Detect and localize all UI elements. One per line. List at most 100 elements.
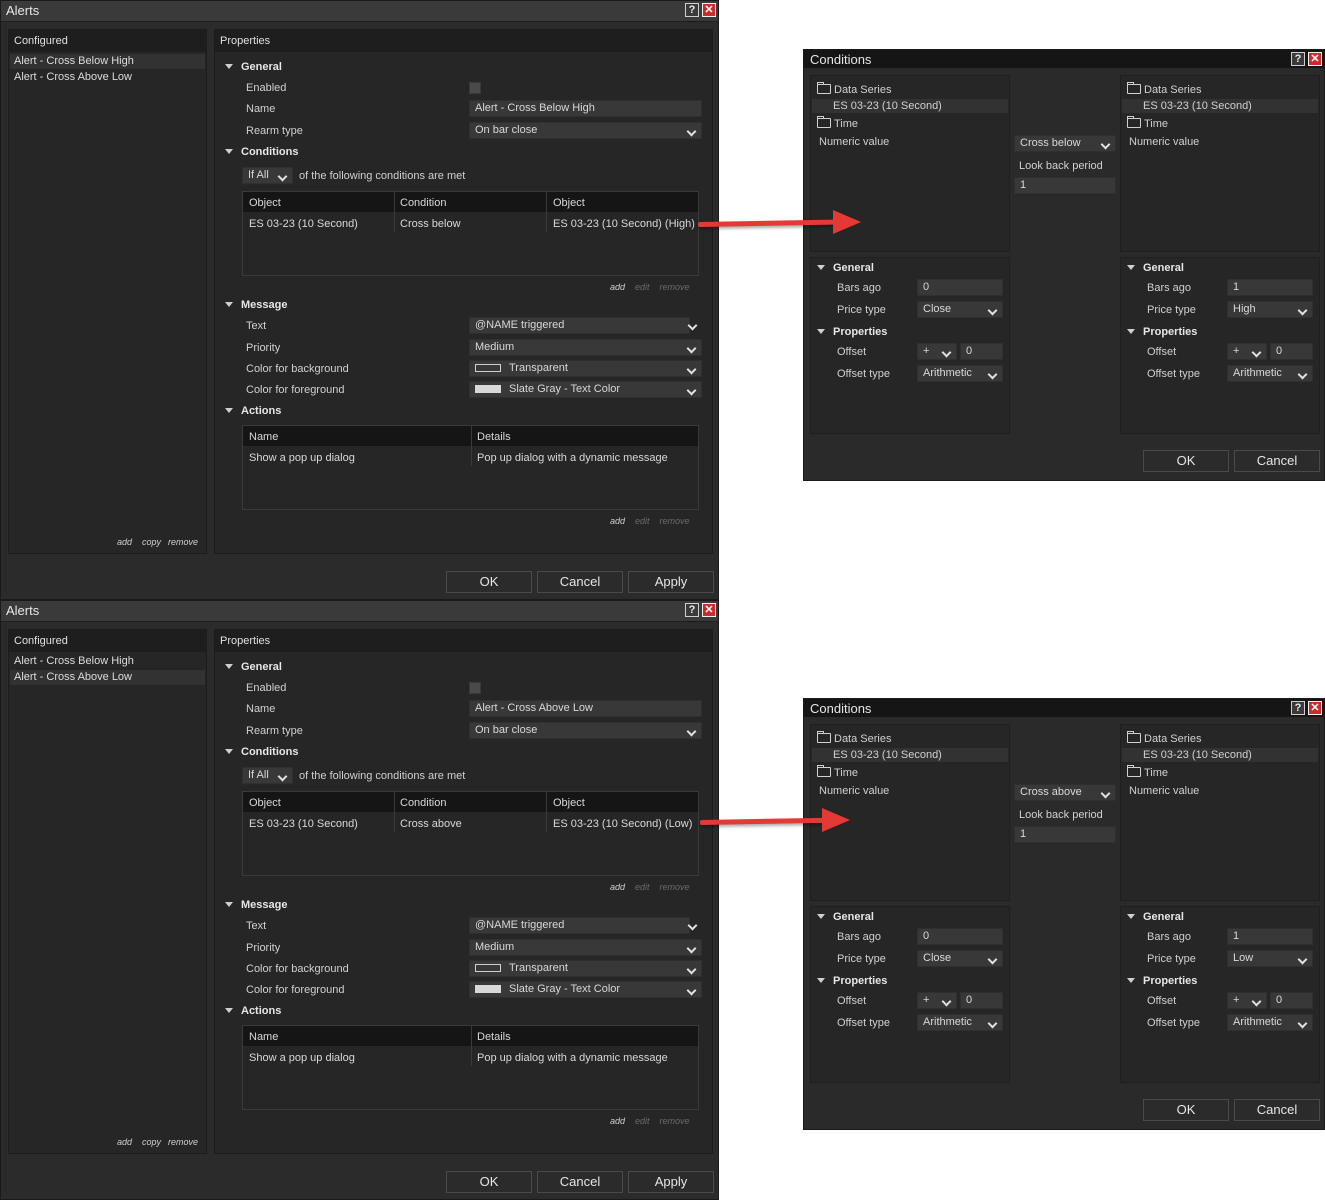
ok-button[interactable]: OK (446, 1171, 532, 1193)
title-bar[interactable]: Conditions ? ✕ (804, 50, 1324, 68)
title-bar[interactable]: Conditions ? ✕ (804, 699, 1324, 717)
section-message[interactable]: Message (225, 899, 287, 911)
bars-ago-input[interactable]: 1 (1227, 279, 1313, 296)
list-item[interactable]: Alert - Cross Above Low (14, 671, 132, 683)
offset-type-select[interactable]: Arithmetic (917, 1014, 1003, 1031)
tree-node-series[interactable]: ES 03-23 (10 Second) (833, 749, 942, 761)
offset-value-input[interactable]: 0 (960, 343, 1003, 360)
name-input[interactable]: Alert - Cross Above Low (469, 700, 702, 717)
edit-link[interactable]: edit (635, 882, 650, 892)
background-color-select[interactable]: Transparent (469, 360, 702, 377)
offset-value-input[interactable]: 0 (1270, 992, 1313, 1009)
price-type-select[interactable]: Close (917, 950, 1003, 967)
section-general[interactable]: General (1127, 262, 1184, 274)
message-text-input[interactable]: @NAME triggered (469, 917, 690, 934)
price-type-select[interactable]: High (1227, 301, 1313, 318)
offset-type-select[interactable]: Arithmetic (1227, 1014, 1313, 1031)
rearm-type-select[interactable]: On bar close (469, 122, 702, 139)
if-all-select[interactable]: If All (242, 167, 293, 184)
condition-operator-cell[interactable]: Cross below (400, 218, 461, 230)
help-button[interactable]: ? (685, 3, 699, 17)
offset-sign-select[interactable]: + (1227, 343, 1267, 360)
edit-link[interactable]: edit (635, 282, 650, 292)
offset-sign-select[interactable]: + (1227, 992, 1267, 1009)
copy-link[interactable]: copy (142, 1137, 161, 1147)
condition-target-cell[interactable]: ES 03-23 (10 Second) (Low) (553, 818, 692, 830)
message-text-dropdown[interactable] (690, 317, 702, 334)
column-header[interactable]: Condition (400, 197, 446, 209)
offset-type-select[interactable]: Arithmetic (917, 365, 1003, 382)
close-button[interactable]: ✕ (702, 603, 716, 617)
tree-node-data-series[interactable]: Data Series (817, 82, 891, 96)
section-message[interactable]: Message (225, 299, 287, 311)
price-type-select[interactable]: Low (1227, 950, 1313, 967)
ok-button[interactable]: OK (1143, 450, 1229, 472)
title-bar[interactable]: Alerts ? ✕ (1, 601, 718, 622)
condition-operator-select[interactable]: Cross below (1014, 135, 1116, 152)
add-link[interactable]: add (117, 1137, 132, 1147)
cancel-button[interactable]: Cancel (537, 1171, 623, 1193)
remove-link[interactable]: remove (168, 1137, 198, 1147)
tree-node-data-series[interactable]: Data Series (1127, 82, 1201, 96)
section-general[interactable]: General (1127, 911, 1184, 923)
column-header[interactable]: Object (249, 797, 281, 809)
tree-node-data-series[interactable]: Data Series (1127, 731, 1201, 745)
list-item[interactable]: Alert - Cross Above Low (14, 71, 132, 83)
offset-sign-select[interactable]: + (917, 992, 957, 1009)
edit-link[interactable]: edit (635, 516, 650, 526)
section-general[interactable]: General (817, 911, 874, 923)
apply-button[interactable]: Apply (628, 1171, 714, 1193)
price-type-select[interactable]: Close (917, 301, 1003, 318)
copy-link[interactable]: copy (142, 537, 161, 547)
column-header[interactable]: Details (477, 1031, 511, 1043)
condition-operator-select[interactable]: Cross above (1014, 784, 1116, 801)
offset-type-select[interactable]: Arithmetic (1227, 365, 1313, 382)
list-item[interactable]: Alert - Cross Below High (14, 55, 134, 67)
section-actions[interactable]: Actions (225, 1005, 281, 1017)
tree-node-numeric-value[interactable]: Numeric value (819, 136, 889, 148)
column-header[interactable]: Object (553, 797, 585, 809)
background-color-select[interactable]: Transparent (469, 960, 702, 977)
help-button[interactable]: ? (1291, 52, 1305, 66)
add-link[interactable]: add (610, 516, 625, 526)
apply-button[interactable]: Apply (628, 571, 714, 593)
section-conditions[interactable]: Conditions (225, 146, 298, 158)
close-button[interactable]: ✕ (702, 3, 716, 17)
section-properties[interactable]: Properties (817, 326, 887, 338)
foreground-color-select[interactable]: Slate Gray - Text Color (469, 981, 702, 998)
column-header[interactable]: Name (249, 431, 278, 443)
section-properties[interactable]: Properties (1127, 975, 1197, 987)
section-general[interactable]: General (225, 661, 282, 673)
bars-ago-input[interactable]: 0 (917, 928, 1003, 945)
cancel-button[interactable]: Cancel (1234, 450, 1320, 472)
column-header[interactable]: Name (249, 1031, 278, 1043)
enabled-checkbox[interactable] (469, 682, 481, 694)
tree-node-time[interactable]: Time (1127, 116, 1168, 130)
condition-target-cell[interactable]: ES 03-23 (10 Second) (High) (553, 218, 695, 230)
close-button[interactable]: ✕ (1308, 52, 1322, 66)
look-back-period-input[interactable]: 1 (1014, 826, 1116, 843)
if-all-select[interactable]: If All (242, 767, 293, 784)
remove-link[interactable]: remove (168, 537, 198, 547)
action-name-cell[interactable]: Show a pop up dialog (249, 1052, 355, 1064)
priority-select[interactable]: Medium (469, 939, 702, 956)
action-name-cell[interactable]: Show a pop up dialog (249, 452, 355, 464)
add-link[interactable]: add (610, 282, 625, 292)
tree-node-numeric-value[interactable]: Numeric value (1129, 785, 1199, 797)
list-item[interactable]: Alert - Cross Below High (14, 655, 134, 667)
section-properties[interactable]: Properties (1127, 326, 1197, 338)
look-back-period-input[interactable]: 1 (1014, 177, 1116, 194)
offset-value-input[interactable]: 0 (960, 992, 1003, 1009)
condition-operator-cell[interactable]: Cross above (400, 818, 462, 830)
section-general[interactable]: General (817, 262, 874, 274)
column-header[interactable]: Condition (400, 797, 446, 809)
enabled-checkbox[interactable] (469, 82, 481, 94)
add-link[interactable]: add (117, 537, 132, 547)
message-text-input[interactable]: @NAME triggered (469, 317, 690, 334)
column-header[interactable]: Object (249, 197, 281, 209)
column-header[interactable]: Details (477, 431, 511, 443)
tree-node-numeric-value[interactable]: Numeric value (819, 785, 889, 797)
action-details-cell[interactable]: Pop up dialog with a dynamic message (477, 1052, 668, 1064)
close-button[interactable]: ✕ (1308, 701, 1322, 715)
tree-node-time[interactable]: Time (1127, 765, 1168, 779)
